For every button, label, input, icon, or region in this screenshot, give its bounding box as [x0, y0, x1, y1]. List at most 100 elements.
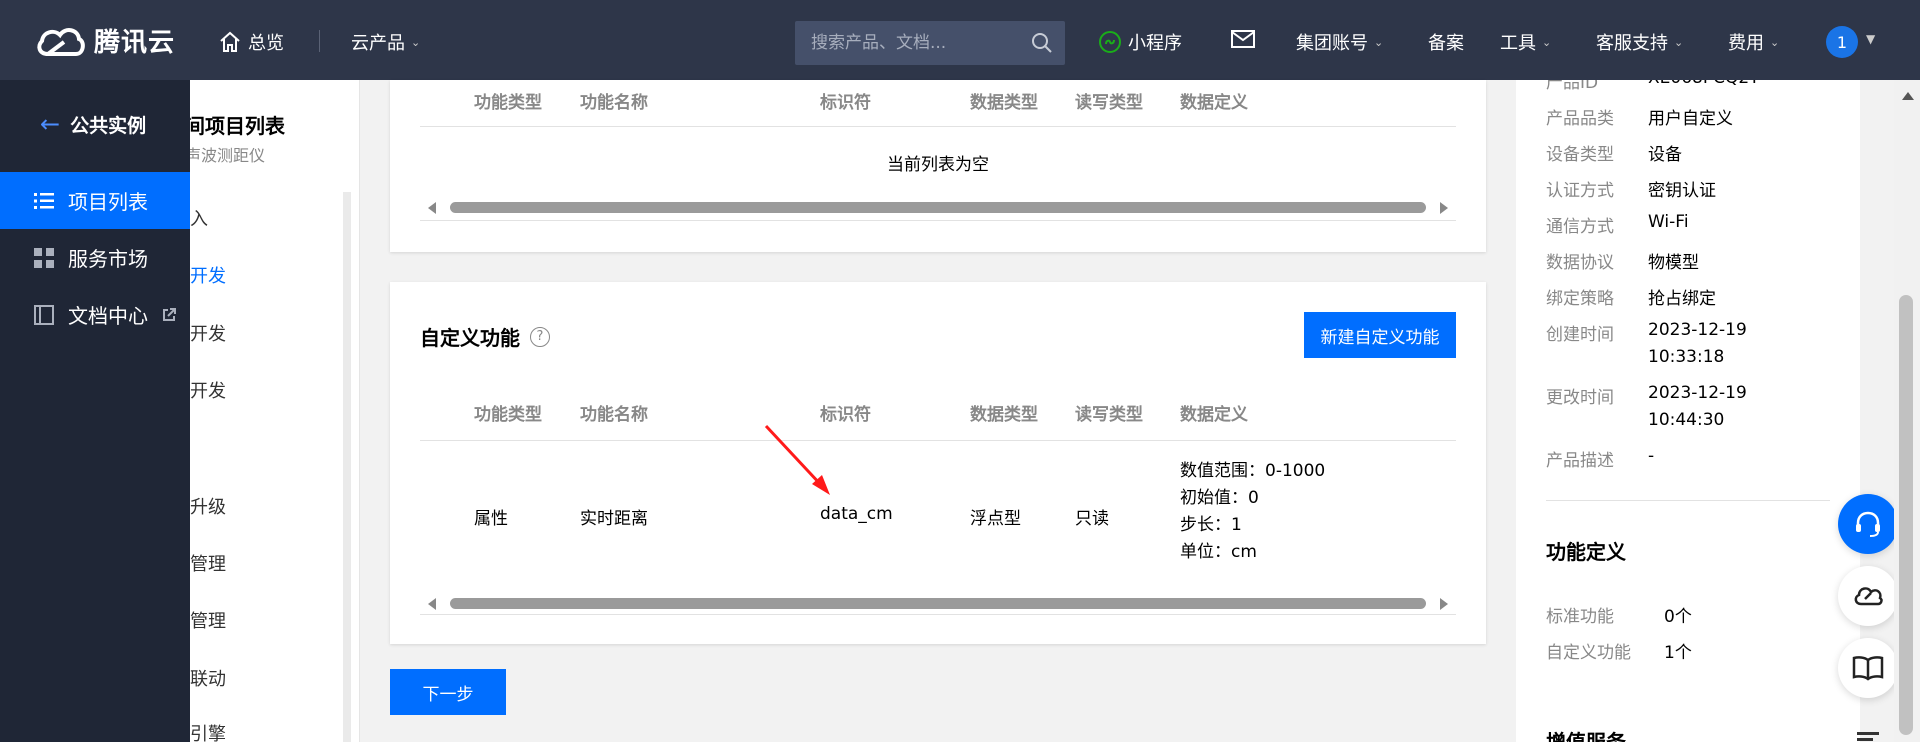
external-link-icon: [163, 307, 176, 321]
nav-cloud-products[interactable]: 云产品 ⌄: [351, 29, 420, 55]
created-time: 10:33:18: [1648, 347, 1725, 367]
definition-step: 步长：1: [1180, 515, 1242, 535]
nav-group-account[interactable]: 集团账号 ⌄: [1296, 29, 1383, 55]
custom-functions-title: 自定义功能 ?: [420, 322, 550, 351]
chevron-down-icon: ⌄: [1542, 35, 1552, 49]
info-label: 标准功能: [1546, 607, 1614, 627]
new-custom-function-button[interactable]: 新建自定义功能: [1304, 312, 1456, 358]
info-label: 认证方式: [1546, 181, 1614, 201]
menu-item-service-market[interactable]: 服务市场: [0, 229, 190, 286]
info-label: 绑定策略: [1546, 289, 1614, 309]
nav-support-label: 客服支持: [1596, 33, 1668, 54]
help-icon[interactable]: ?: [530, 326, 550, 347]
menu-item-label: 服务市场: [68, 247, 148, 271]
truncated-row: 产品ID XE068PCQ2T: [1516, 80, 1860, 90]
scroll-left-icon[interactable]: [428, 202, 436, 214]
info-label: 更改时间: [1546, 388, 1614, 408]
scrollbar-thumb[interactable]: [1899, 295, 1913, 735]
scroll-divider: [420, 614, 1456, 615]
info-value: 抢占绑定: [1648, 289, 1716, 309]
info-label: 数据协议: [1546, 253, 1614, 273]
chevron-down-icon: ⌄: [1674, 35, 1684, 49]
page-scrollbar[interactable]: [1894, 80, 1920, 742]
info-label: 产品描述: [1546, 451, 1614, 471]
sidebar-item-active[interactable]: 开发: [190, 262, 226, 288]
nav-mail[interactable]: [1230, 29, 1256, 49]
user-avatar[interactable]: 1: [1826, 26, 1858, 58]
headset-icon: [1856, 511, 1880, 537]
horizontal-scrollbar[interactable]: [420, 198, 1456, 216]
scroll-up-icon[interactable]: [1902, 92, 1914, 100]
info-value: 物模型: [1648, 253, 1699, 273]
info-value: 0个: [1664, 607, 1692, 627]
mail-icon: [1231, 30, 1255, 48]
mini-program-icon: [1099, 31, 1121, 53]
info-value: Wi-Fi: [1648, 212, 1689, 232]
home-icon: [220, 31, 240, 52]
nav-divider: [319, 30, 320, 52]
sidebar-item[interactable]: 开发: [190, 320, 226, 346]
horizontal-scrollbar[interactable]: [420, 594, 1456, 612]
tencent-cloud-logo[interactable]: 腾讯云: [34, 20, 175, 60]
cell-data-type: 浮点型: [970, 509, 1021, 529]
search-icon[interactable]: [1031, 32, 1053, 54]
arrow-left-icon: ←: [40, 110, 61, 138]
sidebar-item[interactable]: 管理: [190, 607, 226, 633]
scrollbar-thumb[interactable]: [450, 598, 1426, 609]
column-header: 读写类型: [1075, 93, 1143, 113]
info-value: -: [1648, 446, 1655, 466]
column-header: 功能类型: [474, 405, 542, 425]
sidebar-item[interactable]: 升级: [190, 493, 226, 519]
nav-mini-program[interactable]: 小程序: [1098, 29, 1182, 55]
scrollbar-thumb[interactable]: [450, 202, 1426, 213]
back-to-public-instance[interactable]: ← 公共实例: [40, 110, 146, 138]
updated-date: 2023-12-19: [1648, 383, 1747, 403]
standard-functions-card: 功能类型 功能名称 标识符 数据类型 读写类型 数据定义 当前列表为空: [390, 80, 1486, 252]
sidebar-item[interactable]: 引擎: [190, 720, 226, 742]
scroll-right-icon[interactable]: [1440, 598, 1448, 610]
next-step-button[interactable]: 下一步: [390, 669, 506, 715]
header-divider: [420, 440, 1456, 441]
sidebar-item[interactable]: 入: [190, 205, 208, 231]
chevron-down-icon[interactable]: ▼: [1866, 32, 1875, 46]
nav-support[interactable]: 客服支持 ⌄: [1596, 29, 1683, 55]
sidebar-item[interactable]: 联动: [190, 665, 226, 691]
column-header: 功能名称: [580, 405, 648, 425]
nav-tools-label: 工具: [1500, 33, 1536, 54]
column-header: 功能类型: [474, 93, 542, 113]
nav-overview[interactable]: 总览: [218, 29, 284, 55]
nav-record[interactable]: 备案: [1428, 29, 1464, 55]
menu-item-project-list[interactable]: 项目列表: [0, 172, 190, 229]
column-header: 数据定义: [1180, 93, 1248, 113]
value-added-services-title: 增值服务: [1546, 730, 1626, 742]
sidebar-scrollbar[interactable]: [343, 192, 351, 742]
nav-billing[interactable]: 费用 ⌄: [1728, 29, 1779, 55]
scroll-left-icon[interactable]: [428, 598, 436, 610]
menu-item-doc-center[interactable]: 文档中心: [0, 286, 190, 343]
search-input[interactable]: [811, 33, 1021, 53]
column-header: 功能名称: [580, 93, 648, 113]
info-label: 创建时间: [1546, 325, 1614, 345]
custom-functions-card: 自定义功能 ? 新建自定义功能 功能类型 功能名称 标识符 数据类型 读写类型 …: [390, 282, 1486, 644]
sidebar-item[interactable]: 开发: [190, 377, 226, 403]
cloud-logo-icon: [37, 28, 85, 56]
customer-service-button[interactable]: [1838, 494, 1898, 554]
column-header: 数据类型: [970, 93, 1038, 113]
nav-tools[interactable]: 工具 ⌄: [1500, 29, 1551, 55]
nav-mini-program-label: 小程序: [1128, 33, 1182, 54]
scroll-right-icon[interactable]: [1440, 202, 1448, 214]
documentation-button[interactable]: [1838, 638, 1898, 698]
scroll-divider: [420, 220, 1456, 221]
menu-icon[interactable]: [1854, 728, 1882, 742]
panel-divider: [1546, 500, 1830, 501]
list-icon: [34, 192, 54, 209]
info-label: 产品ID: [1546, 80, 1599, 90]
search-box: [795, 21, 1065, 65]
sidebar-item[interactable]: 管理: [190, 550, 226, 576]
cloud-assistant-button[interactable]: [1838, 566, 1898, 626]
info-label: 自定义功能: [1546, 643, 1631, 663]
definition-initial: 初始值：0: [1180, 488, 1259, 508]
product-info-panel: 产品ID XE068PCQ2T 产品品类 用户自定义 设备类型 设备 认证方式 …: [1516, 80, 1860, 742]
book-open-icon: [1852, 656, 1884, 681]
top-navigation: 腾讯云 总览 云产品 ⌄ 小程序 集团账号 ⌄ 备案 工具 ⌄ 客服支持 ⌄ 费…: [0, 0, 1920, 80]
